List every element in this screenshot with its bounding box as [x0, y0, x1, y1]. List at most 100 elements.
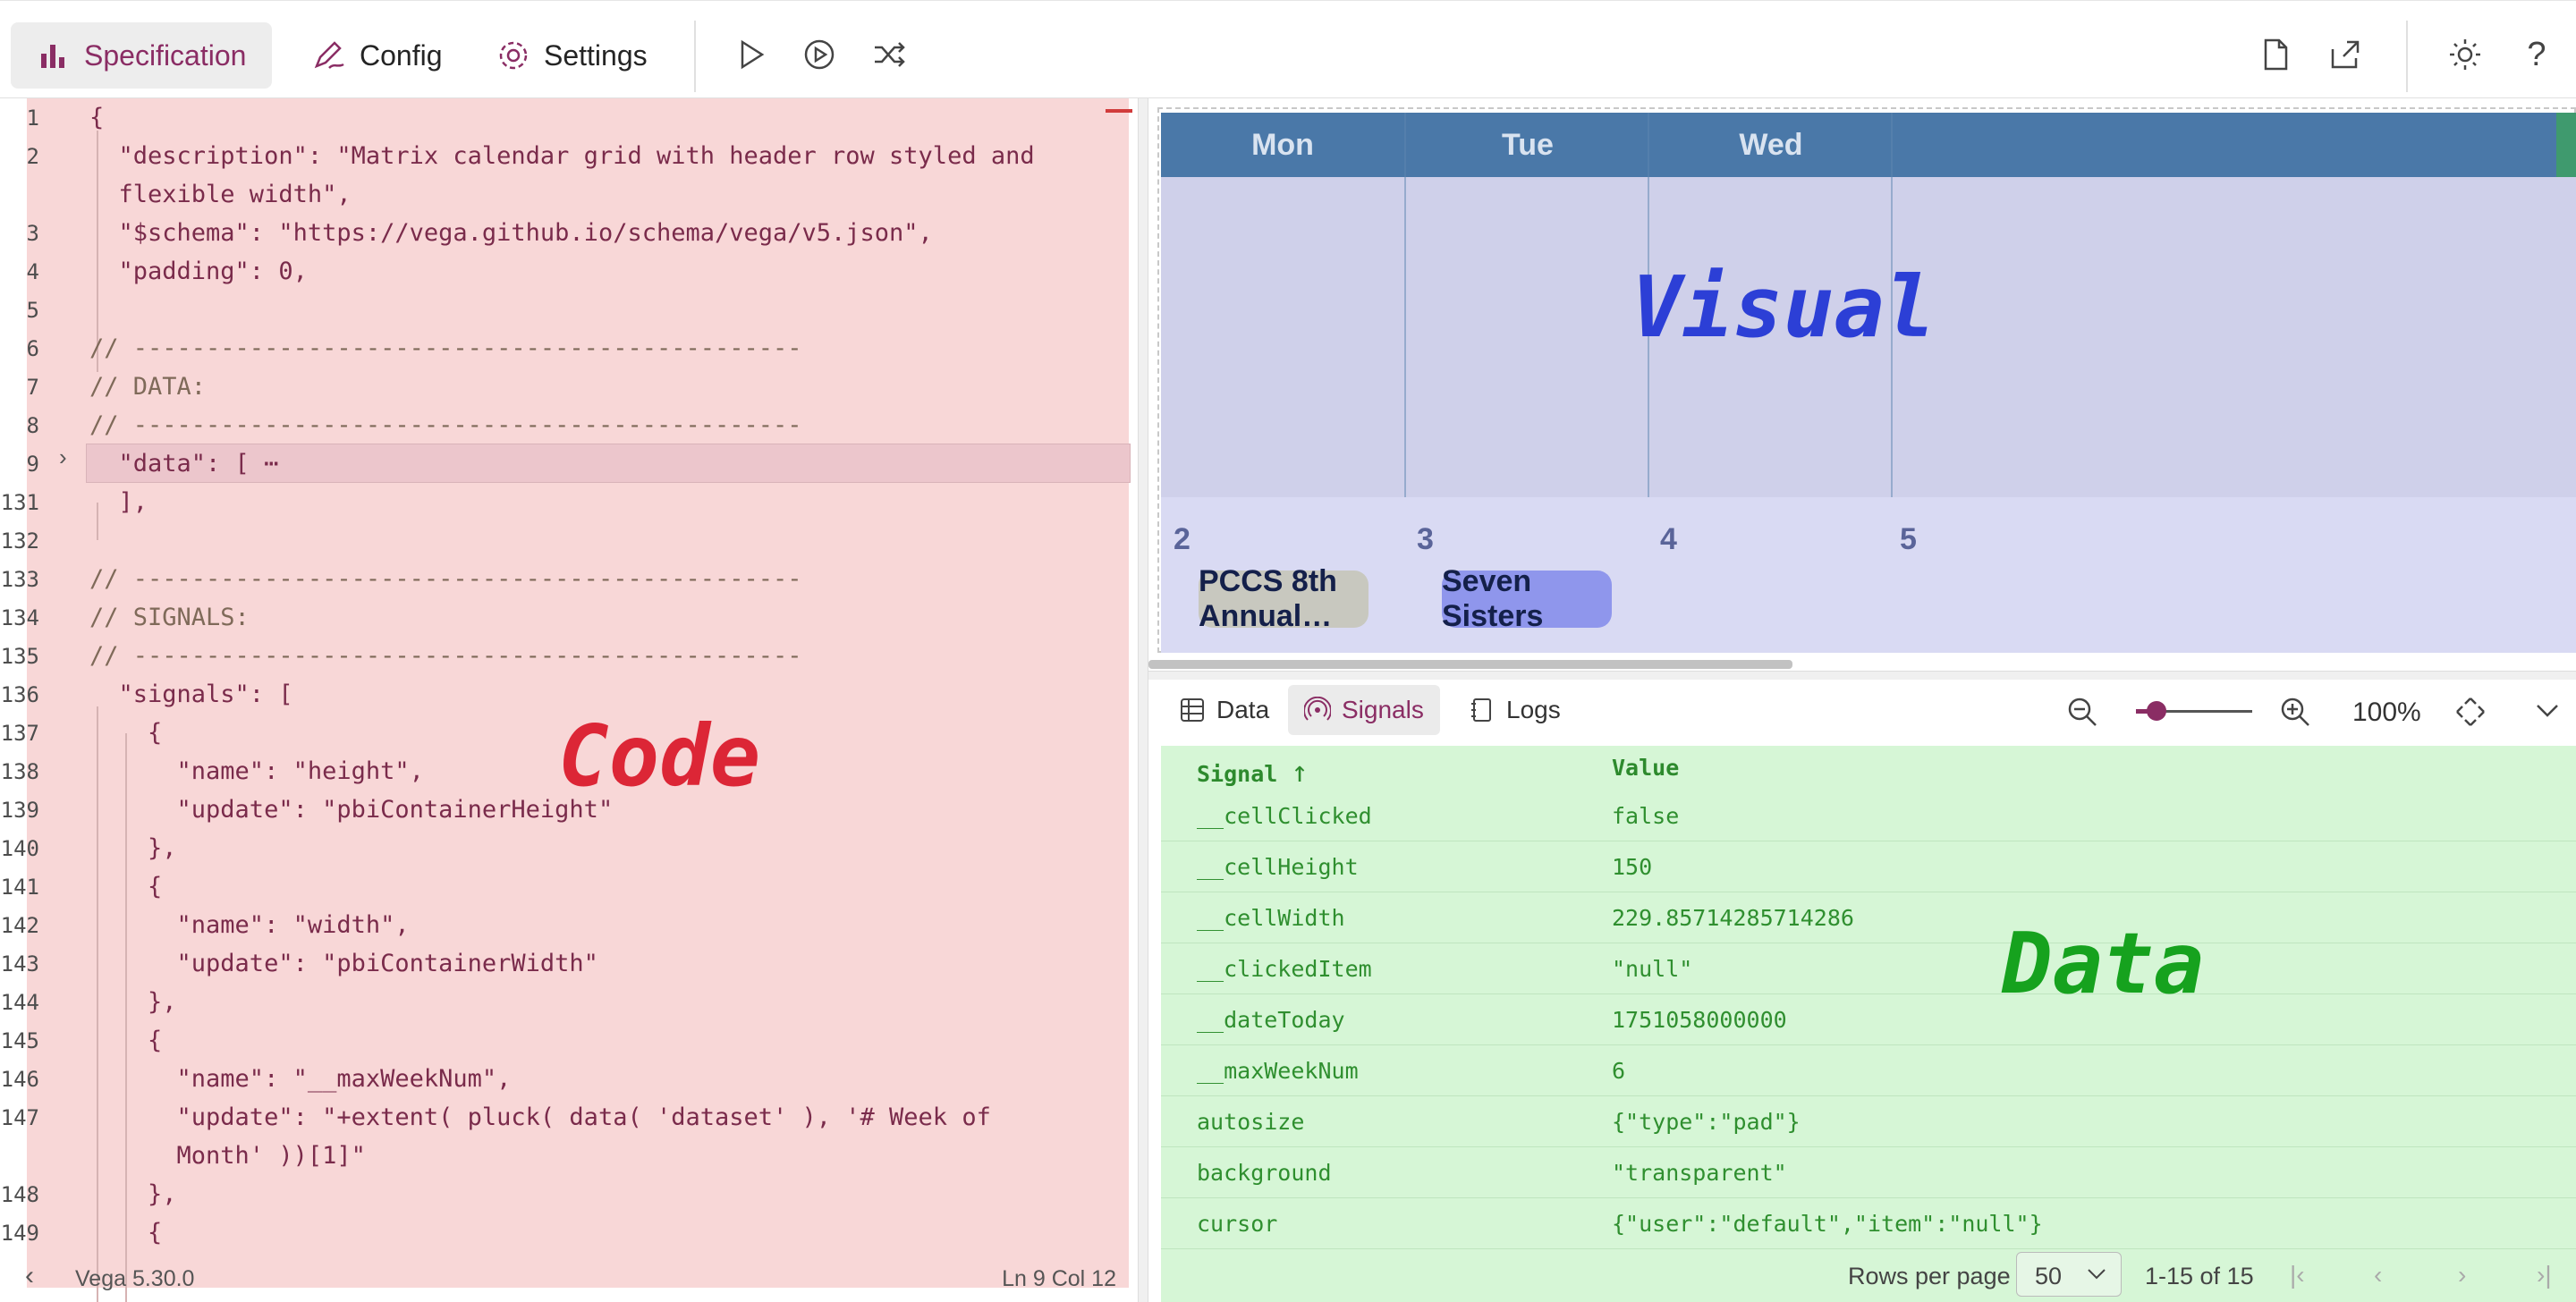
signal-icon — [1304, 697, 1331, 721]
tab-data[interactable]: Data — [1163, 685, 1285, 735]
code-editor[interactable]: 1 2 3 4 5 6 7 8 9 131 132 133 134 135 136 137 138 139 140 1… — [0, 98, 1138, 1302]
fit-to-view-button[interactable] — [2454, 696, 2487, 735]
tab-config-label: Config — [360, 38, 443, 72]
table-row[interactable]: __cellHeight 150 — [1161, 841, 2576, 892]
line-number: 137 — [0, 721, 39, 746]
tab-logs[interactable]: Logs — [1453, 685, 1577, 735]
code-line[interactable]: // DATA: — [89, 373, 206, 401]
code-line[interactable]: // -------------------------------------… — [89, 565, 802, 593]
code-line[interactable]: // SIGNALS: — [89, 604, 250, 631]
calendar-grid[interactable]: Mon Tue Wed 2 3 4 5 PCCS 8th Annual… Sev… — [1161, 113, 2576, 653]
table-row[interactable]: __clickedItem "null" — [1161, 943, 2576, 994]
collapse-chevron-icon[interactable]: ‹ — [25, 1261, 34, 1291]
code-line[interactable]: // -------------------------------------… — [89, 334, 802, 362]
line-number-gutter: 1 2 3 4 5 6 7 8 9 131 132 133 134 135 136 137 138 139 140 1… — [0, 98, 84, 1302]
signal-value: "transparent" — [1612, 1160, 1787, 1186]
code-line[interactable]: "update": "pbiContainerHeight" — [89, 796, 614, 824]
last-page-icon[interactable]: ›| — [2537, 1261, 2552, 1289]
theme-toggle-button[interactable] — [2444, 33, 2487, 76]
event-seven-sisters[interactable]: Seven Sisters — [1442, 564, 1612, 633]
table-row[interactable]: __dateToday 1751058000000 — [1161, 994, 2576, 1045]
code-line[interactable]: }, — [89, 834, 177, 862]
zoom-in-button[interactable] — [2279, 696, 2311, 735]
code-line[interactable]: "signals": [ — [89, 681, 293, 708]
share-button[interactable] — [2324, 33, 2367, 76]
table-row[interactable]: background "transparent" — [1161, 1147, 2576, 1198]
help-button[interactable]: ? — [2515, 33, 2558, 76]
code-line[interactable]: ], — [89, 488, 148, 516]
line-number: 3 — [26, 221, 39, 246]
line-number: 142 — [0, 913, 39, 938]
code-line[interactable]: "name": "__maxWeekNum", — [89, 1065, 512, 1093]
tab-data-label: Data — [1216, 696, 1270, 723]
tab-signals[interactable]: Signals — [1288, 685, 1440, 735]
signal-value: 229.85714285714286 — [1612, 905, 1854, 931]
tab-specification-label: Specification — [84, 38, 247, 72]
zoom-slider-thumb[interactable] — [2147, 701, 2166, 721]
zoom-out-button[interactable] — [2066, 696, 2098, 735]
new-file-button[interactable] — [2254, 33, 2297, 76]
rows-per-page-select[interactable]: 50 — [2016, 1252, 2122, 1297]
scrollbar-marker — [1106, 109, 1132, 113]
table-row[interactable]: cursor {"user":"default","item":"null"} — [1161, 1198, 2576, 1249]
code-line[interactable]: "name": "height", — [89, 757, 424, 785]
event-pccs-annual[interactable]: PCCS 8th Annual… — [1199, 564, 1368, 633]
tab-logs-label: Logs — [1506, 696, 1561, 723]
code-line[interactable]: "update": "+extent( pluck( data( 'datase… — [89, 1103, 991, 1131]
signal-name: background — [1197, 1160, 1332, 1186]
code-line[interactable]: "data": [ ⋯ — [89, 450, 279, 478]
code-line[interactable]: "update": "pbiContainerWidth" — [89, 950, 598, 977]
signal-value: 150 — [1612, 854, 1653, 880]
table-row[interactable]: __maxWeekNum 6 — [1161, 1045, 2576, 1096]
vega-version: Vega 5.30.0 — [75, 1266, 195, 1291]
code-line[interactable]: { — [89, 1219, 162, 1247]
debug-tabs: Data Signals Logs 100% — [1148, 680, 2576, 742]
code-line[interactable]: }, — [89, 1180, 177, 1208]
tab-config[interactable]: Config — [286, 22, 468, 89]
code-line[interactable]: { — [89, 1027, 162, 1054]
first-page-icon[interactable]: |‹ — [2290, 1261, 2305, 1289]
code-line[interactable]: "description": "Matrix calendar grid wit… — [89, 142, 1035, 170]
line-number: 143 — [0, 951, 39, 976]
code-line[interactable]: { — [89, 719, 162, 747]
code-line[interactable]: { — [89, 873, 162, 900]
code-line[interactable]: Month' ))[1]" — [89, 1142, 366, 1170]
code-line[interactable]: { — [89, 104, 104, 131]
visual-horizontal-scrollbar[interactable] — [1148, 660, 1792, 669]
line-number: 147 — [0, 1105, 39, 1130]
line-number: 2 — [26, 144, 39, 169]
table-row[interactable]: __cellWidth 229.85714285714286 — [1161, 892, 2576, 943]
previous-page-icon[interactable]: ‹ — [2374, 1261, 2382, 1289]
code-line[interactable]: // -------------------------------------… — [89, 642, 802, 670]
data-overlay-label: Data — [2002, 916, 2205, 1013]
tab-settings[interactable]: Settings — [470, 22, 673, 89]
line-number: 5 — [26, 298, 39, 323]
replay-button[interactable] — [798, 33, 841, 76]
code-line[interactable]: "name": "width", — [89, 911, 410, 939]
theme-sun-icon — [2450, 39, 2480, 70]
column-header-value[interactable]: Value — [1612, 755, 1679, 781]
run-button[interactable] — [730, 33, 773, 76]
signal-name: cursor — [1197, 1211, 1278, 1237]
column-header-signal[interactable]: Signal ↑ — [1197, 755, 1309, 789]
tab-specification[interactable]: Specification — [11, 22, 272, 89]
table-row[interactable]: __cellClicked false — [1161, 790, 2576, 841]
collapse-panel-button[interactable] — [2533, 696, 2562, 731]
day-header-tue: Tue — [1502, 127, 1554, 162]
toolbar-divider-right — [2406, 21, 2408, 92]
code-line[interactable]: // -------------------------------------… — [89, 411, 802, 439]
play-icon — [741, 39, 765, 70]
fold-chevron-icon[interactable]: › — [59, 444, 67, 471]
vertical-splitter[interactable] — [1138, 98, 1148, 1302]
next-page-icon[interactable]: › — [2458, 1261, 2466, 1289]
code-overlay-label: Code — [558, 708, 761, 806]
code-line[interactable]: }, — [89, 988, 177, 1016]
code-line[interactable]: flexible width", — [89, 181, 352, 208]
horizontal-splitter[interactable] — [1148, 671, 2576, 680]
shuffle-button[interactable] — [868, 33, 911, 76]
code-line[interactable]: "$schema": "https://vega.github.io/schem… — [89, 219, 933, 247]
table-row[interactable]: autosize {"type":"pad"} — [1161, 1096, 2576, 1147]
code-line[interactable]: "padding": 0, — [89, 258, 308, 285]
rows-per-page-label: Rows per page — [1848, 1263, 2011, 1289]
week-row — [1161, 497, 2576, 653]
